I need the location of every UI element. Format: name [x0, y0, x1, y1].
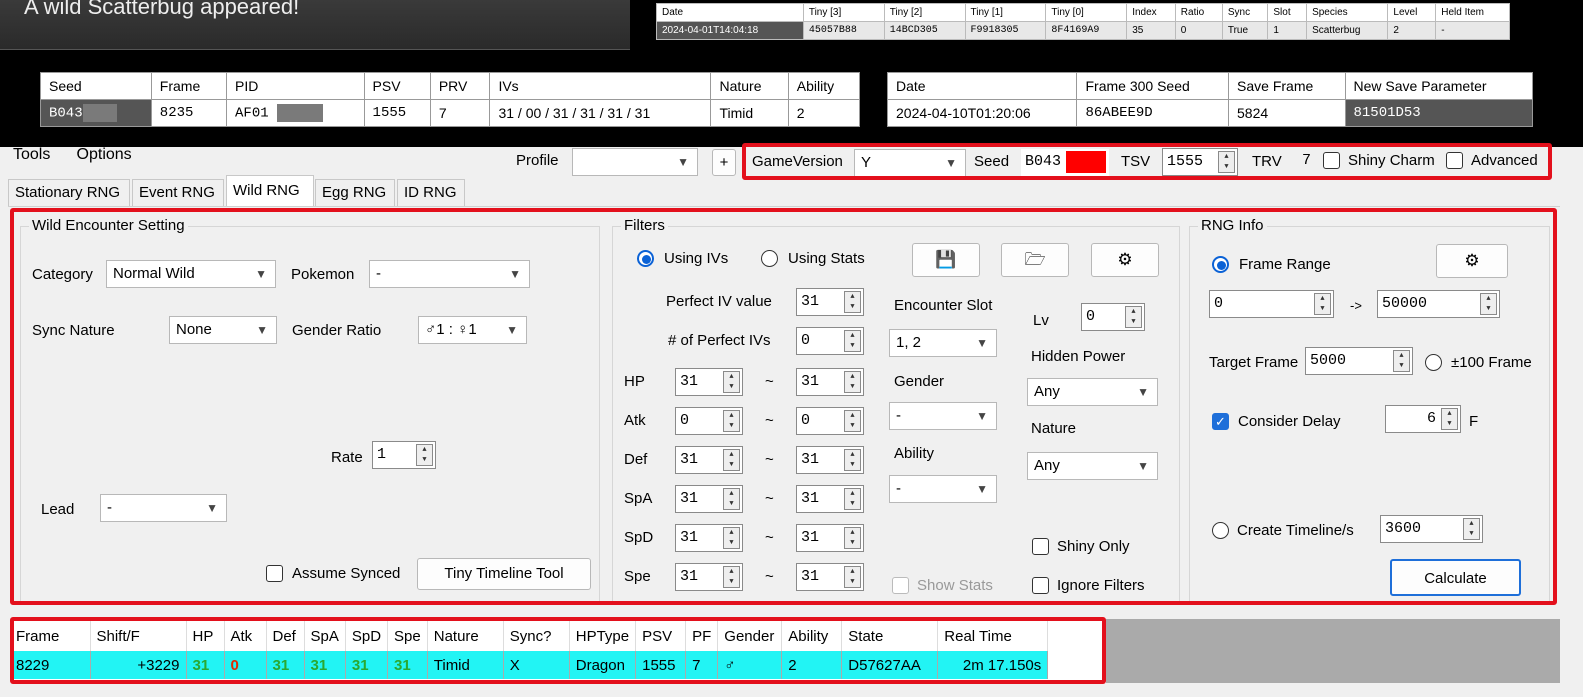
tiny-cell: 2024-04-01T14:04:18 [656, 21, 804, 40]
tiny-header-cell: Tiny [2] [883, 3, 966, 22]
tiny-cell: F9918305 [964, 21, 1047, 40]
tiny-header-cell: Date [656, 3, 804, 22]
tiny-table-header: Date Tiny [3] Tiny [2] Tiny [1] Tiny [0] Inde… [656, 3, 1510, 22]
tab-stationary-rng[interactable]: Stationary RNG [8, 179, 130, 206]
tiny-header-cell: Tiny [1] [964, 3, 1047, 22]
seed-table-header: Seed Frame PID PSV PRV IVs Nature Ability [40, 72, 861, 100]
menu-options[interactable]: Options [77, 146, 132, 163]
tiny-header-cell: Held Item [1435, 3, 1510, 22]
save-cell: 5824 [1228, 99, 1346, 127]
save-param-table: Date Frame 300 Seed Save Frame New Save Par… [886, 72, 1533, 127]
save-cell: 81501D53 [1344, 99, 1533, 127]
seed-table-row: B043 8235 AF01 1555 7 31 / 00 / 31 / 31 … [40, 99, 861, 127]
seed-header-cell: Ability [787, 72, 861, 100]
panel-highlight [10, 208, 1557, 605]
seed-header-cell: PID [226, 72, 365, 100]
tab-wild-rng[interactable]: Wild RNG [226, 175, 314, 206]
tiny-cell: 14BCD305 [883, 21, 966, 40]
tiny-state-table: Date Tiny [3] Tiny [2] Tiny [1] Tiny [0] Inde… [656, 3, 1510, 40]
tiny-header-cell: Species [1306, 3, 1389, 22]
frame-cell: 8235 [150, 99, 228, 127]
save-table-row: 2024-04-10T01:20:06 86ABEE9D 5824 81501D53 [886, 99, 1533, 127]
tiny-header-cell: Slot [1267, 3, 1308, 22]
tiny-header-cell: Tiny [0] [1045, 3, 1128, 22]
save-header-cell: Save Frame [1228, 72, 1346, 100]
toolbar-highlight [742, 143, 1552, 180]
tiny-cell: Scatterbug [1306, 21, 1389, 40]
profile-select[interactable]: ▼ [572, 148, 698, 176]
tiny-cell: 2 [1387, 21, 1437, 40]
add-profile-button[interactable]: + [712, 149, 736, 176]
menu-bar: Tools Options [13, 146, 154, 164]
tiny-header-cell: Level [1387, 3, 1437, 22]
grid-empty-area [1106, 619, 1560, 683]
tiny-header-cell: Ratio [1174, 3, 1223, 22]
save-table-header: Date Frame 300 Seed Save Frame New Save Par… [886, 72, 1533, 100]
seed-header-cell: Frame [150, 72, 228, 100]
tab-id-rng[interactable]: ID RNG [397, 179, 465, 206]
tiny-header-cell: Index [1126, 3, 1176, 22]
menu-tools[interactable]: Tools [13, 146, 50, 163]
seed-header-cell: PSV [363, 72, 431, 100]
result-highlight [10, 617, 1106, 684]
tiny-cell: - [1435, 21, 1510, 40]
seed-header-cell: PRV [429, 72, 491, 100]
save-header-cell: New Save Parameter [1344, 72, 1533, 100]
tiny-table-row: 2024-04-01T14:04:18 45057B88 14BCD305 F9918… [656, 21, 1510, 40]
tab-egg-rng[interactable]: Egg RNG [315, 179, 395, 206]
seed-header-cell: IVs [489, 72, 712, 100]
tiny-cell: 8F4169A9 [1045, 21, 1128, 40]
nature-cell: Timid [710, 99, 789, 127]
seed-result-table: Seed Frame PID PSV PRV IVs Nature Ability B043 … [40, 72, 861, 127]
save-header-cell: Date [886, 72, 1078, 100]
tiny-cell: 35 [1126, 21, 1176, 40]
tiny-header-cell: Sync [1221, 3, 1269, 22]
tiny-cell: 45057B88 [802, 21, 885, 40]
profile-label: Profile [516, 152, 559, 169]
psv-cell: 1555 [363, 99, 431, 127]
pid-cell: AF01 [226, 99, 365, 127]
tiny-cell: True [1221, 21, 1269, 40]
tiny-cell: 0 [1174, 21, 1223, 40]
tab-event-rng[interactable]: Event RNG [132, 179, 224, 206]
ivs-cell: 31 / 00 / 31 / 31 / 31 / 31 [489, 99, 712, 127]
chevron-down-icon: ▼ [677, 155, 689, 169]
seed-header-cell: Seed [40, 72, 152, 100]
save-cell: 86ABEE9D [1076, 99, 1230, 127]
encounter-banner: A wild Scatterbug appeared! [0, 0, 630, 50]
tiny-cell: 1 [1267, 21, 1308, 40]
save-cell: 2024-04-10T01:20:06 [886, 99, 1078, 127]
tiny-header-cell: Tiny [3] [802, 3, 885, 22]
save-header-cell: Frame 300 Seed [1076, 72, 1230, 100]
seed-cell: B043 [40, 99, 152, 127]
seed-header-cell: Nature [710, 72, 789, 100]
ability-cell: 2 [787, 99, 861, 127]
banner-message: A wild Scatterbug appeared! [24, 0, 300, 19]
prv-cell: 7 [429, 99, 491, 127]
